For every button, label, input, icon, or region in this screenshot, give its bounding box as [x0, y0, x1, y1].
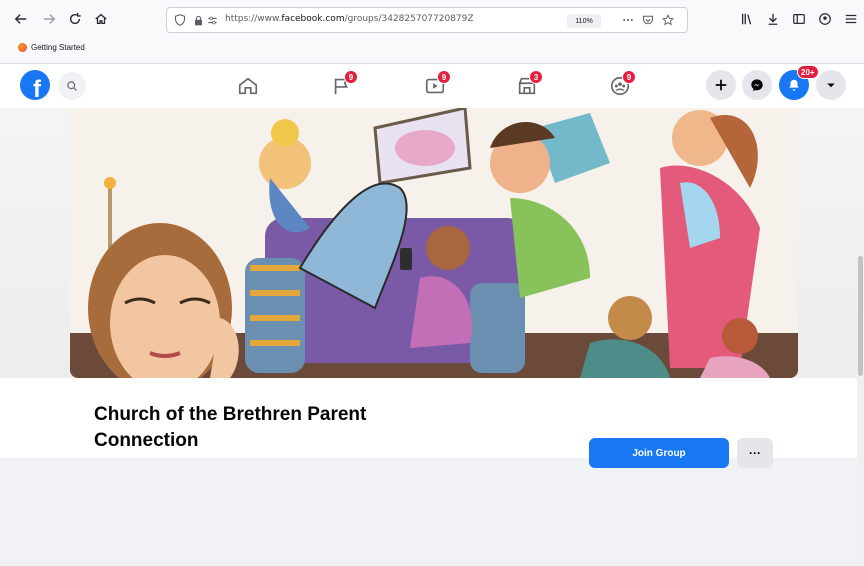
browser-chrome: https://www.facebook.com/groups/34282570… [0, 0, 864, 64]
shield-icon[interactable] [173, 13, 187, 27]
url-bar[interactable]: https://www.facebook.com/groups/34282570… [166, 7, 688, 33]
bookmark-label: Getting Started [31, 43, 85, 52]
reload-icon[interactable] [64, 8, 86, 30]
notifications-button[interactable]: 20+ [779, 65, 819, 100]
account-icon[interactable] [814, 8, 836, 30]
cover-photo[interactable] [70, 108, 798, 378]
library-icon[interactable] [736, 8, 758, 30]
nav-groups[interactable]: 9 [590, 68, 650, 104]
facebook-logo[interactable]: f [20, 70, 50, 100]
messenger-icon [751, 79, 763, 92]
nav-pages[interactable]: 9 [312, 68, 372, 104]
marketplace-badge: 3 [529, 70, 543, 84]
search-icon [67, 81, 77, 91]
url-text[interactable]: https://www.facebook.com/groups/34282570… [225, 14, 474, 24]
star-icon[interactable] [661, 13, 675, 27]
forward-icon[interactable] [38, 8, 60, 30]
pocket-icon[interactable] [641, 13, 655, 27]
watch-badge: 9 [437, 70, 451, 84]
groups-badge: 9 [622, 70, 636, 84]
bell-icon [789, 79, 799, 91]
group-title: Church of the Brethren Parent Connection [94, 404, 367, 451]
fb-home-icon [238, 77, 258, 95]
join-group-button[interactable]: Join Group [589, 438, 729, 468]
search-button[interactable] [58, 72, 86, 100]
nav-marketplace[interactable]: 3 [497, 68, 557, 104]
account-menu-button[interactable] [816, 70, 846, 100]
notifications-badge: 20+ [797, 65, 819, 79]
lock-icon[interactable] [191, 13, 205, 27]
zoom-badge[interactable]: 110% [567, 14, 601, 28]
pages-badge: 9 [344, 70, 358, 84]
scrollbar-thumb[interactable] [858, 256, 863, 376]
plus-icon [715, 79, 727, 91]
permissions-icon[interactable] [205, 13, 219, 27]
page-scrollbar[interactable] [857, 216, 864, 566]
nav-home[interactable] [218, 68, 278, 104]
fb-header: f 9 9 3 9 20+ [0, 64, 864, 108]
more-options-button[interactable]: ··· [737, 438, 773, 468]
bookmark-getting-started[interactable]: Getting Started [18, 43, 85, 52]
back-icon[interactable] [10, 8, 32, 30]
group-header: Church of the Brethren Parent Connection… [0, 108, 864, 566]
bookmarks-bar: Getting Started [0, 40, 864, 62]
download-icon[interactable] [762, 8, 784, 30]
create-button[interactable] [706, 70, 736, 100]
menu-icon[interactable] [840, 8, 862, 30]
firefox-icon [18, 43, 27, 52]
messenger-button[interactable] [742, 70, 772, 100]
home-icon[interactable] [90, 8, 112, 30]
more-actions-icon[interactable] [621, 13, 635, 27]
sidebar-icon[interactable] [788, 8, 810, 30]
caret-down-icon [827, 83, 835, 88]
browser-toolbar: https://www.facebook.com/groups/34282570… [0, 0, 864, 40]
nav-watch[interactable]: 9 [405, 68, 465, 104]
cover-illustration [70, 108, 798, 378]
